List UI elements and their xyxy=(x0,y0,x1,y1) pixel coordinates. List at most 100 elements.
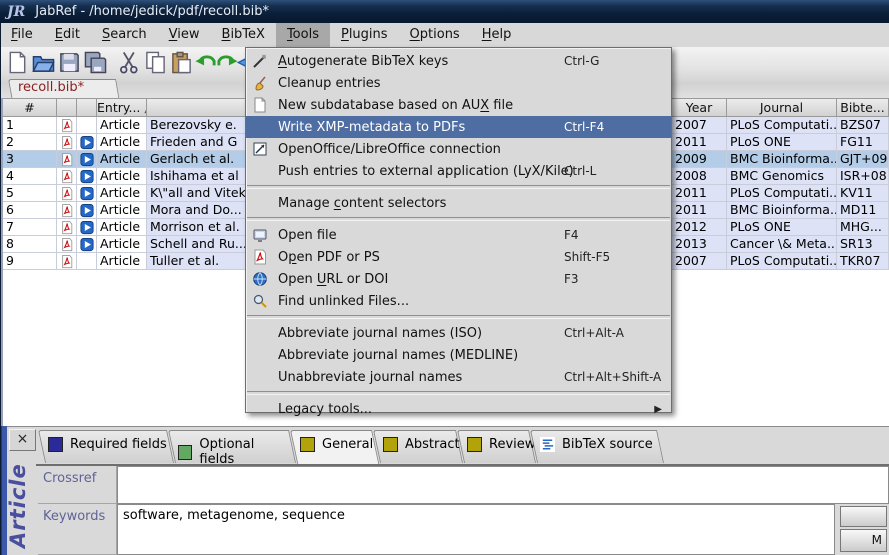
keywords-field[interactable]: software, metagenome, sequence xyxy=(117,504,835,555)
column-header-year[interactable]: Year xyxy=(672,98,727,117)
column-header-icon-2[interactable] xyxy=(77,98,97,117)
globe-icon xyxy=(252,271,270,287)
cell-journal: PLoS ONE xyxy=(727,134,837,151)
no xyxy=(252,401,270,417)
url-doi-icon[interactable] xyxy=(80,169,94,184)
field-extra-button-m[interactable]: M xyxy=(840,529,887,552)
cell-year: 2013 xyxy=(672,236,727,253)
pdf-file-icon[interactable] xyxy=(60,237,74,252)
pdf-file-icon[interactable] xyxy=(60,220,74,235)
oo-icon xyxy=(252,141,270,157)
menu-item-push-entries-to-external-application-lyx-kile[interactable]: Push entries to external application (Ly… xyxy=(246,160,671,182)
menu-item-label: Open file xyxy=(278,228,337,243)
column-header-[interactable]: # xyxy=(3,98,57,117)
menu-shortcut: Ctrl-G xyxy=(564,54,599,68)
menu-item-abbreviate-journal-names-medline[interactable]: Abbreviate journal names (MEDLINE) xyxy=(246,344,671,366)
menu-item-openoffice-libreoffice-connection[interactable]: OpenOffice/LibreOffice connection xyxy=(246,138,671,160)
menu-item-abbreviate-journal-names-iso[interactable]: Abbreviate journal names (ISO)Ctrl+Alt-A xyxy=(246,322,671,344)
menu-edit[interactable]: Edit xyxy=(44,23,91,47)
menu-item-write-xmp-metadata-to-pdfs[interactable]: Write XMP-metadata to PDFsCtrl-F4 xyxy=(246,116,671,138)
menu-view[interactable]: View xyxy=(158,23,211,47)
menu-item-label: Cleanup entries xyxy=(278,76,381,91)
menu-item-label: Find unlinked Files... xyxy=(278,294,409,309)
menu-options[interactable]: Options xyxy=(399,23,471,47)
tab-review[interactable]: Review xyxy=(457,430,529,463)
url-doi-icon xyxy=(77,253,97,270)
pdf-file-icon[interactable] xyxy=(60,152,74,167)
pdf-file-icon[interactable] xyxy=(60,254,74,269)
page-icon xyxy=(252,97,270,113)
cell-number: 5 xyxy=(3,185,57,202)
tab-abstract[interactable]: Abstract xyxy=(373,430,456,463)
url-doi-icon[interactable] xyxy=(80,135,94,150)
menu-item-label: New subdatabase based on AUX file xyxy=(278,98,513,113)
menu-shortcut: Ctrl+Alt+Shift-A xyxy=(564,370,661,384)
column-header-entry[interactable]: Entry...▲ xyxy=(97,98,147,117)
pdf-file-icon[interactable] xyxy=(60,135,74,150)
copy-button[interactable] xyxy=(144,51,167,74)
cell-journal: Cancer \& Meta... xyxy=(727,236,837,253)
no xyxy=(252,325,270,341)
menu-plugins[interactable]: Plugins xyxy=(330,23,399,47)
url-doi-icon[interactable] xyxy=(80,186,94,201)
menu-help[interactable]: Help xyxy=(471,23,523,47)
paste-button[interactable] xyxy=(170,51,193,74)
url-doi-icon[interactable] xyxy=(80,203,94,218)
cell-journal: PLoS ONE xyxy=(727,219,837,236)
menu-item-autogenerate-bibtex-keys[interactable]: Autogenerate BibTeX keysCtrl-G xyxy=(246,50,671,72)
crossref-field[interactable] xyxy=(117,466,889,504)
square-blue-icon xyxy=(48,437,63,452)
menu-bibtex[interactable]: BibTeX xyxy=(211,23,276,47)
menu-item-new-subdatabase-based-on-aux-file[interactable]: New subdatabase based on AUX file xyxy=(246,94,671,116)
menu-shortcut: F4 xyxy=(564,228,579,242)
menu-tools[interactable]: Tools xyxy=(276,23,330,47)
menu-item-open-url-or-doi[interactable]: Open URL or DOIF3 xyxy=(246,268,671,290)
cell-year: 2007 xyxy=(672,253,727,270)
url-doi-icon[interactable] xyxy=(80,152,94,167)
menu-separator xyxy=(247,391,670,395)
url-doi-icon[interactable] xyxy=(80,220,94,235)
column-header-bibte[interactable]: Bibte... xyxy=(837,98,889,117)
tab-general[interactable]: General xyxy=(290,430,372,463)
entry-editor-tabs: Required fieldsOptional fieldsGeneralAbs… xyxy=(0,430,889,464)
column-header-journal[interactable]: Journal xyxy=(727,98,837,117)
cell-year: 2011 xyxy=(672,185,727,202)
jabref-window: { "colors": { "titlebar": "#0a1f38", "me… xyxy=(0,0,889,555)
square-green-icon xyxy=(178,445,192,460)
pdf-file-icon xyxy=(57,168,77,185)
pdf-file-icon[interactable] xyxy=(60,203,74,218)
open-database-button[interactable] xyxy=(32,51,55,74)
pdf-file-icon[interactable] xyxy=(60,118,74,133)
cell-year: 2009 xyxy=(672,151,727,168)
menu-file[interactable]: File xyxy=(0,23,44,47)
menu-item-open-file[interactable]: Open file F4 xyxy=(246,224,671,246)
menu-item-manage-content-selectors[interactable]: Manage content selectors xyxy=(246,192,671,214)
cell-bibtexkey: KV11 xyxy=(837,185,889,202)
menu-search[interactable]: Search xyxy=(91,23,158,47)
tab-bibtex-source[interactable]: BibTeX source xyxy=(530,430,657,463)
column-header-icon-1[interactable] xyxy=(57,98,77,117)
menu-item-unabbreviate-journal-names[interactable]: Unabbreviate journal namesCtrl+Alt+Shift… xyxy=(246,366,671,388)
field-extra-button-top[interactable] xyxy=(840,506,887,527)
undo-button[interactable] xyxy=(194,51,217,74)
menu-separator xyxy=(247,315,670,319)
cut-button[interactable] xyxy=(118,51,141,74)
menu-item-find-unlinked-files[interactable]: Find unlinked Files... xyxy=(246,290,671,312)
pdf-file-icon[interactable] xyxy=(60,186,74,201)
tab-optional-fields[interactable]: Optional fields xyxy=(168,430,289,463)
tab-required-fields[interactable]: Required fields xyxy=(38,430,167,463)
title-bar: JR JabRef - /home/jedick/pdf/recoll.bib* xyxy=(0,0,889,23)
no xyxy=(252,195,270,211)
menu-item-legacy-tools[interactable]: Legacy tools...▶ xyxy=(246,398,671,420)
save-all-button[interactable] xyxy=(84,51,107,74)
file-tab-recoll[interactable]: recoll.bib* xyxy=(8,79,116,98)
cell-journal: PLoS Computati... xyxy=(727,117,837,134)
pdf-file-icon[interactable] xyxy=(60,169,74,184)
menu-item-open-pdf-or-ps[interactable]: Open PDF or PSShift-F5 xyxy=(246,246,671,268)
save-database-button[interactable] xyxy=(58,51,81,74)
monitor-icon xyxy=(252,227,270,243)
new-database-button[interactable] xyxy=(6,51,29,74)
url-doi-icon[interactable] xyxy=(80,237,94,252)
menu-item-cleanup-entries[interactable]: Cleanup entries xyxy=(246,72,671,94)
url-doi-icon xyxy=(77,219,97,236)
